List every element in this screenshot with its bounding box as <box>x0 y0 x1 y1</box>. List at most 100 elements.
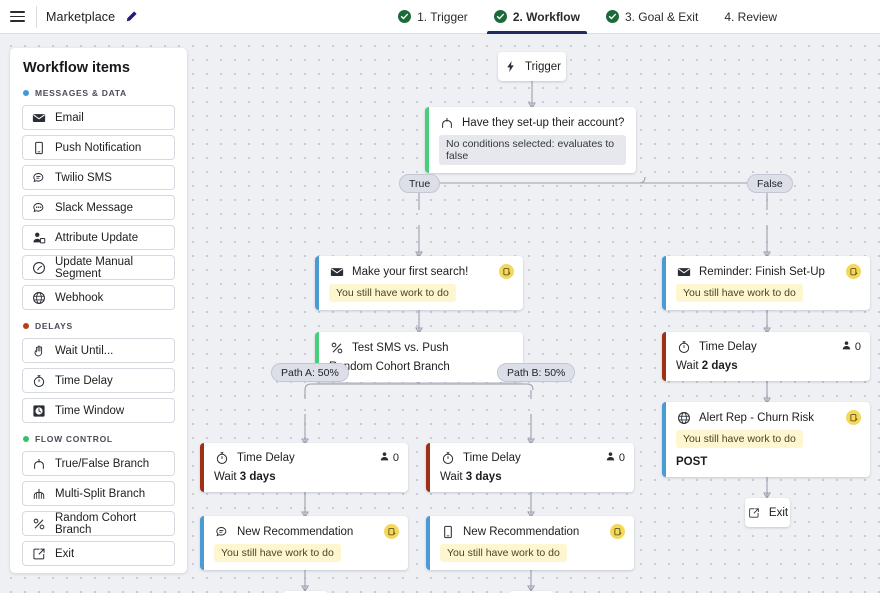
sidebar-item-twilio-sms[interactable]: Twilio SMS <box>22 165 175 190</box>
step-trigger[interactable]: 1. Trigger <box>385 0 481 34</box>
draft-edit-icon[interactable] <box>384 524 399 539</box>
audience-count: 0 <box>841 340 861 354</box>
sidebar-item-webhook[interactable]: Webhook <box>22 285 175 310</box>
branch-label-path-a[interactable]: Path A: 50% <box>271 363 349 382</box>
toolbar-divider <box>36 6 37 28</box>
person-attribute-icon <box>32 231 46 245</box>
branch-label-true[interactable]: True <box>399 174 440 193</box>
branch-label-path-b[interactable]: Path B: 50% <box>497 363 575 382</box>
group-header-delays: DELAYS <box>23 321 175 331</box>
node-warning-badge: You still have work to do <box>676 284 803 302</box>
sidebar-item-slack-message[interactable]: Slack Message <box>22 195 175 220</box>
stopwatch-icon <box>214 450 229 465</box>
node-header: Reminder: Finish Set-Up <box>666 256 870 279</box>
wait-prefix: Wait <box>676 360 702 372</box>
sidebar-item-push-notification[interactable]: Push Notification <box>22 135 175 160</box>
node-alert-rep-churn-risk[interactable]: Alert Rep - Churn Risk You still have wo… <box>662 402 870 477</box>
draft-edit-icon[interactable] <box>846 264 861 279</box>
node-title: Time Delay <box>237 452 295 464</box>
group-label: FLOW CONTROL <box>35 434 113 444</box>
draft-edit-icon[interactable] <box>610 524 625 539</box>
sidebar-item-true-false-branch[interactable]: True/False Branch <box>22 451 175 476</box>
sidebar-item-email[interactable]: Email <box>22 105 175 130</box>
hamburger-menu-icon[interactable] <box>0 0 34 34</box>
sidebar-item-label: Push Notification <box>55 142 141 154</box>
check-circle-icon <box>398 10 411 23</box>
check-circle-icon <box>606 10 619 23</box>
wait-value: 2 days <box>702 360 738 372</box>
sidebar-item-label: Webhook <box>55 292 103 304</box>
group-dot-icon <box>23 323 29 329</box>
sidebar-item-label: Exit <box>55 548 74 560</box>
top-bar: Marketplace 1. Trigger 2. Workflow 3. Go… <box>0 0 880 34</box>
sidebar-item-exit[interactable]: Exit <box>22 541 175 566</box>
envelope-icon <box>676 264 691 279</box>
group-dot-icon <box>23 436 29 442</box>
sidebar-item-label: Update Manual Segment <box>55 256 165 280</box>
sidebar-item-time-delay[interactable]: Time Delay <box>22 368 175 393</box>
sidebar-item-update-manual-segment[interactable]: Update Manual Segment <box>22 255 175 280</box>
node-new-recommendation-sms[interactable]: New Recommendation You still have work t… <box>200 516 408 570</box>
node-time-delay-2days[interactable]: Time Delay Wait 2 days 0 <box>662 332 870 381</box>
node-title: Test SMS vs. Push <box>352 342 449 354</box>
sidebar-item-multi-split-branch[interactable]: Multi-Split Branch <box>22 481 175 506</box>
step-label: 2. Workflow <box>513 10 580 24</box>
person-icon <box>379 451 390 465</box>
wait-prefix: Wait <box>214 471 240 483</box>
stopwatch-icon <box>440 450 455 465</box>
step-goal-exit[interactable]: 3. Goal & Exit <box>593 0 711 34</box>
envelope-icon <box>32 111 46 125</box>
sms-bubble-icon <box>214 524 229 539</box>
node-title: New Recommendation <box>237 526 353 538</box>
group-header-flow-control: FLOW CONTROL <box>23 434 175 444</box>
step-review[interactable]: 4. Review <box>711 0 790 34</box>
node-header: Test SMS vs. Push <box>319 332 523 355</box>
node-time-delay-path-b[interactable]: Time Delay Wait 3 days 0 <box>426 443 634 492</box>
node-condition-account-setup[interactable]: Have they set-up their account? No condi… <box>425 107 636 173</box>
percent-icon <box>32 517 46 531</box>
workflow-title: Marketplace <box>46 10 115 24</box>
node-label: Trigger <box>525 61 561 73</box>
branch-label-false[interactable]: False <box>747 174 793 193</box>
node-make-first-search[interactable]: Make your first search! You still have w… <box>315 256 523 310</box>
exit-arrow-icon <box>32 547 46 561</box>
wait-prefix: Wait <box>440 471 466 483</box>
node-header: Time Delay <box>666 332 870 354</box>
node-title: New Recommendation <box>463 526 579 538</box>
audience-count-value: 0 <box>619 452 625 464</box>
node-header: Make your first search! <box>319 256 523 279</box>
node-wait-text: Wait 2 days <box>666 354 870 381</box>
node-warning-badge: You still have work to do <box>440 544 567 562</box>
audience-count: 0 <box>379 451 399 465</box>
sidebar-item-wait-until[interactable]: Wait Until... <box>22 338 175 363</box>
sidebar-item-random-cohort-branch[interactable]: Random Cohort Branch <box>22 511 175 536</box>
check-circle-icon <box>494 10 507 23</box>
segment-clock-icon <box>32 261 46 275</box>
pencil-icon[interactable] <box>124 10 138 24</box>
sidebar-item-attribute-update[interactable]: Attribute Update <box>22 225 175 250</box>
node-trigger[interactable]: Trigger <box>498 52 566 81</box>
chat-bubble-icon <box>32 201 46 215</box>
sidebar-item-label: Time Delay <box>55 375 113 387</box>
audience-count: 0 <box>605 451 625 465</box>
draft-edit-icon[interactable] <box>499 264 514 279</box>
node-title: Alert Rep - Churn Risk <box>699 412 814 424</box>
node-header: Time Delay <box>430 443 634 465</box>
node-wait-text: Wait 3 days <box>430 465 634 492</box>
step-workflow[interactable]: 2. Workflow <box>481 0 593 34</box>
node-time-delay-path-a[interactable]: Time Delay Wait 3 days 0 <box>200 443 408 492</box>
stopwatch-icon <box>676 339 691 354</box>
sidebar-item-label: Random Cohort Branch <box>55 512 165 536</box>
node-exit-right[interactable]: Exit <box>745 498 790 527</box>
sidebar-item-time-window[interactable]: Time Window <box>22 398 175 423</box>
workflow-canvas[interactable]: Workflow items MESSAGES & DATA Email Pus… <box>0 34 880 593</box>
node-new-recommendation-push[interactable]: New Recommendation You still have work t… <box>426 516 634 570</box>
draft-edit-icon[interactable] <box>846 410 861 425</box>
sidebar-item-label: Twilio SMS <box>55 172 112 184</box>
lightning-icon <box>503 59 518 74</box>
sidebar-item-label: Wait Until... <box>55 345 113 357</box>
sidebar-item-label: True/False Branch <box>55 458 149 470</box>
hand-wait-icon <box>32 344 46 358</box>
node-reminder-finish-setup[interactable]: Reminder: Finish Set-Up You still have w… <box>662 256 870 310</box>
node-title: Time Delay <box>699 341 757 353</box>
